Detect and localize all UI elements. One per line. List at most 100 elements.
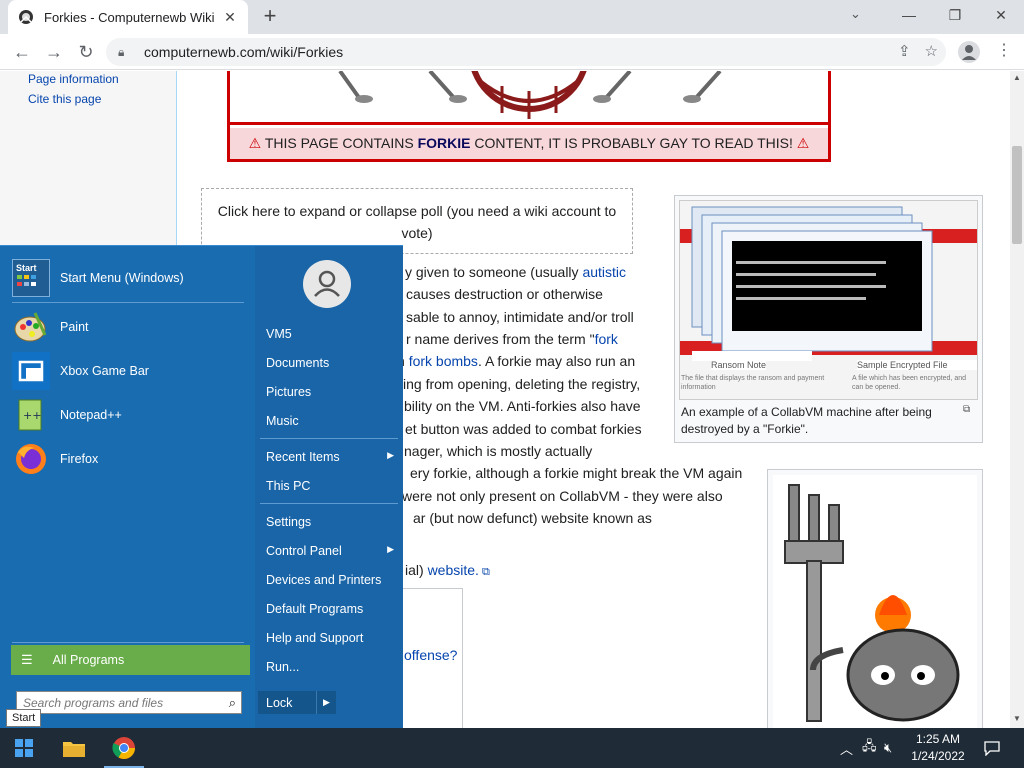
taskbar: ︿ 🖧︎ 🔇︎ 1:25 AM 1/24/2022 bbox=[0, 728, 1024, 768]
body-link[interactable]: fork bbox=[595, 331, 618, 347]
body-text-line: causes destruction or otherwise bbox=[406, 286, 603, 302]
sidebar-link-page-information[interactable]: Page information bbox=[28, 72, 119, 86]
start-menu-item-label: Run... bbox=[266, 660, 300, 674]
warning-triangle-icon: ⚠ bbox=[796, 135, 810, 151]
notepad-plus-plus-icon: ++ bbox=[12, 396, 50, 434]
body-link[interactable]: autistic bbox=[582, 264, 626, 280]
external-link-icon: ⧉ bbox=[478, 566, 490, 578]
scroll-up-arrow-icon[interactable]: ▲ bbox=[1013, 73, 1021, 82]
body-text-line: were not only present on CollabVM - they… bbox=[402, 488, 723, 504]
lock-icon[interactable]: 🔒︎ bbox=[118, 45, 132, 60]
lock-options-arrow-icon[interactable]: ▶ bbox=[316, 691, 336, 714]
pinned-label: Firefox bbox=[60, 452, 99, 466]
forward-arrow-icon[interactable]: → bbox=[42, 40, 66, 64]
body-text-line: ing from opening, deleting the registry, bbox=[403, 376, 641, 392]
start-menu-item-default-programs[interactable]: Default Programs bbox=[266, 602, 394, 616]
close-tab-icon[interactable]: ✕ bbox=[222, 9, 238, 26]
bookmark-star-icon[interactable]: ☆ bbox=[925, 42, 938, 60]
reload-icon[interactable]: ↻ bbox=[74, 40, 98, 64]
show-hidden-icons-chevron-icon[interactable]: ︿ bbox=[840, 728, 853, 768]
share-icon[interactable]: ⇪ bbox=[898, 42, 911, 60]
start-menu-item-help-and-support[interactable]: Help and Support bbox=[266, 631, 394, 645]
warning-banner: ⚠ THIS PAGE CONTAINS FORKIE CONTENT, IT … bbox=[227, 71, 831, 162]
paint-icon bbox=[12, 308, 50, 346]
collabvm-screenshot[interactable] bbox=[679, 200, 978, 400]
firefox-icon bbox=[12, 440, 50, 478]
all-programs-button[interactable]: ☰ All Programs bbox=[11, 645, 250, 675]
system-clock[interactable]: 1:25 AM 1/24/2022 bbox=[900, 731, 976, 765]
browser-menu-icon[interactable]: ⋮ bbox=[996, 42, 1012, 62]
pinned-label: Paint bbox=[60, 320, 89, 334]
pinned-firefox[interactable]: Firefox bbox=[12, 439, 252, 479]
start-menu: Start Start Menu (Windows) Paint Xbox Ga… bbox=[0, 245, 403, 729]
body-text-line: ery forkie, although a forkie might brea… bbox=[410, 465, 743, 481]
volume-muted-icon[interactable]: 🔇︎ bbox=[884, 728, 892, 768]
separator bbox=[260, 503, 398, 504]
start-menu-item-recent-items[interactable]: Recent Items ▶ bbox=[266, 450, 394, 464]
start-menu-item-devices-and-printers[interactable]: Devices and Printers bbox=[266, 573, 394, 587]
browser-tab[interactable]: Forkies - Computernewb Wiki ✕ bbox=[8, 0, 248, 34]
file-explorer-icon[interactable] bbox=[50, 728, 98, 768]
inner-label-ransom-note-desc: The file that displays the ransom and pa… bbox=[681, 375, 825, 391]
website-line: ial) website. ⧉ bbox=[405, 562, 490, 578]
pinned-start-menu-windows[interactable]: Start Start Menu (Windows) bbox=[12, 258, 252, 298]
separator bbox=[12, 642, 244, 643]
scrollbar-thumb[interactable] bbox=[1012, 146, 1022, 244]
pinned-xbox-game-bar[interactable]: Xbox Game Bar bbox=[12, 351, 252, 391]
start-menu-item-vm5[interactable]: VM5 bbox=[266, 327, 394, 341]
body-text-line: nager, which is mostly actually bbox=[404, 443, 593, 459]
inner-label-ransom-note: Ransom Note bbox=[711, 360, 767, 370]
start-menu-item-label: VM5 bbox=[266, 327, 292, 341]
tab-search-chevron-icon[interactable]: ⌄ bbox=[850, 6, 861, 22]
start-button[interactable] bbox=[0, 728, 48, 768]
user-avatar-icon[interactable] bbox=[303, 260, 351, 308]
fork-face-image bbox=[230, 71, 828, 125]
list-icon: ☰ bbox=[21, 652, 33, 667]
body-link[interactable]: fork bombs bbox=[409, 353, 478, 369]
notifications-icon[interactable] bbox=[984, 728, 1000, 768]
offense-link[interactable]: offense? bbox=[404, 647, 457, 663]
pinned-notepad-plus-plus[interactable]: ++ Notepad++ bbox=[12, 395, 252, 435]
start-menu-item-label: Settings bbox=[266, 515, 312, 529]
search-placeholder: Search programs and files bbox=[23, 695, 164, 710]
forkie-character-image[interactable] bbox=[773, 475, 977, 728]
search-icon[interactable]: ⌕ bbox=[229, 695, 236, 711]
lock-label: Lock bbox=[266, 695, 293, 710]
pinned-paint[interactable]: Paint bbox=[12, 307, 252, 347]
start-menu-item-label: Pictures bbox=[266, 385, 312, 399]
start-search-input[interactable]: Search programs and files ⌕ bbox=[16, 691, 242, 714]
new-tab-button[interactable]: + bbox=[258, 5, 282, 29]
warning-triangle-icon: ⚠ bbox=[248, 135, 262, 151]
collabvm-thumbnail[interactable]: Ransom Note Sample Encrypted File The fi… bbox=[674, 195, 983, 443]
start-menu-item-label: Recent Items bbox=[266, 450, 340, 464]
minimize-icon[interactable]: — bbox=[886, 0, 932, 30]
start-menu-item-control-panel[interactable]: Control Panel ▶ bbox=[266, 544, 394, 558]
scroll-down-arrow-icon[interactable]: ▼ bbox=[1013, 714, 1021, 723]
page-scrollbar[interactable]: ▲ ▼ bbox=[1010, 71, 1024, 728]
start-menu-item-run[interactable]: Run... bbox=[266, 660, 394, 674]
lock-button[interactable]: Lock ▶ bbox=[258, 691, 336, 714]
website-link[interactable]: website. bbox=[428, 562, 479, 578]
start-menu-item-pictures[interactable]: Pictures bbox=[266, 385, 394, 399]
network-icon[interactable]: 🖧︎ bbox=[862, 728, 877, 768]
separator bbox=[260, 438, 398, 439]
forkie-character-thumbnail[interactable] bbox=[767, 469, 983, 728]
restore-icon[interactable]: ❐ bbox=[932, 0, 978, 30]
inner-label-encrypted-file-desc: A file which has been encrypted, and can… bbox=[852, 375, 967, 391]
sidebar-link-cite-this-page[interactable]: Cite this page bbox=[28, 92, 101, 106]
start-menu-item-documents[interactable]: Documents bbox=[266, 356, 394, 370]
start-menu-right-pane: VM5 Documents Pictures Music Recent Items ▶ Th… bbox=[255, 246, 403, 729]
start-menu-item-music[interactable]: Music bbox=[266, 414, 394, 428]
wiki-favicon-icon bbox=[18, 9, 34, 25]
back-arrow-icon[interactable]: ← bbox=[10, 40, 34, 64]
pinned-label: Xbox Game Bar bbox=[60, 364, 149, 378]
window-close-icon[interactable]: ✕ bbox=[978, 0, 1024, 30]
chrome-icon[interactable] bbox=[100, 728, 148, 768]
enlarge-icon[interactable]: ⧉ bbox=[963, 404, 970, 415]
body-text-line: y given to someone (usually autistic bbox=[405, 264, 627, 280]
start-menu-item-settings[interactable]: Settings bbox=[266, 515, 394, 529]
profile-avatar-icon[interactable] bbox=[958, 41, 980, 63]
address-bar[interactable]: 🔒︎ computernewb.com/wiki/Forkies ⇪ ☆ bbox=[106, 38, 946, 66]
body-text-line: bility on the VM. Anti-forkies also have bbox=[404, 398, 641, 414]
start-menu-item-this-pc[interactable]: This PC bbox=[266, 479, 394, 493]
